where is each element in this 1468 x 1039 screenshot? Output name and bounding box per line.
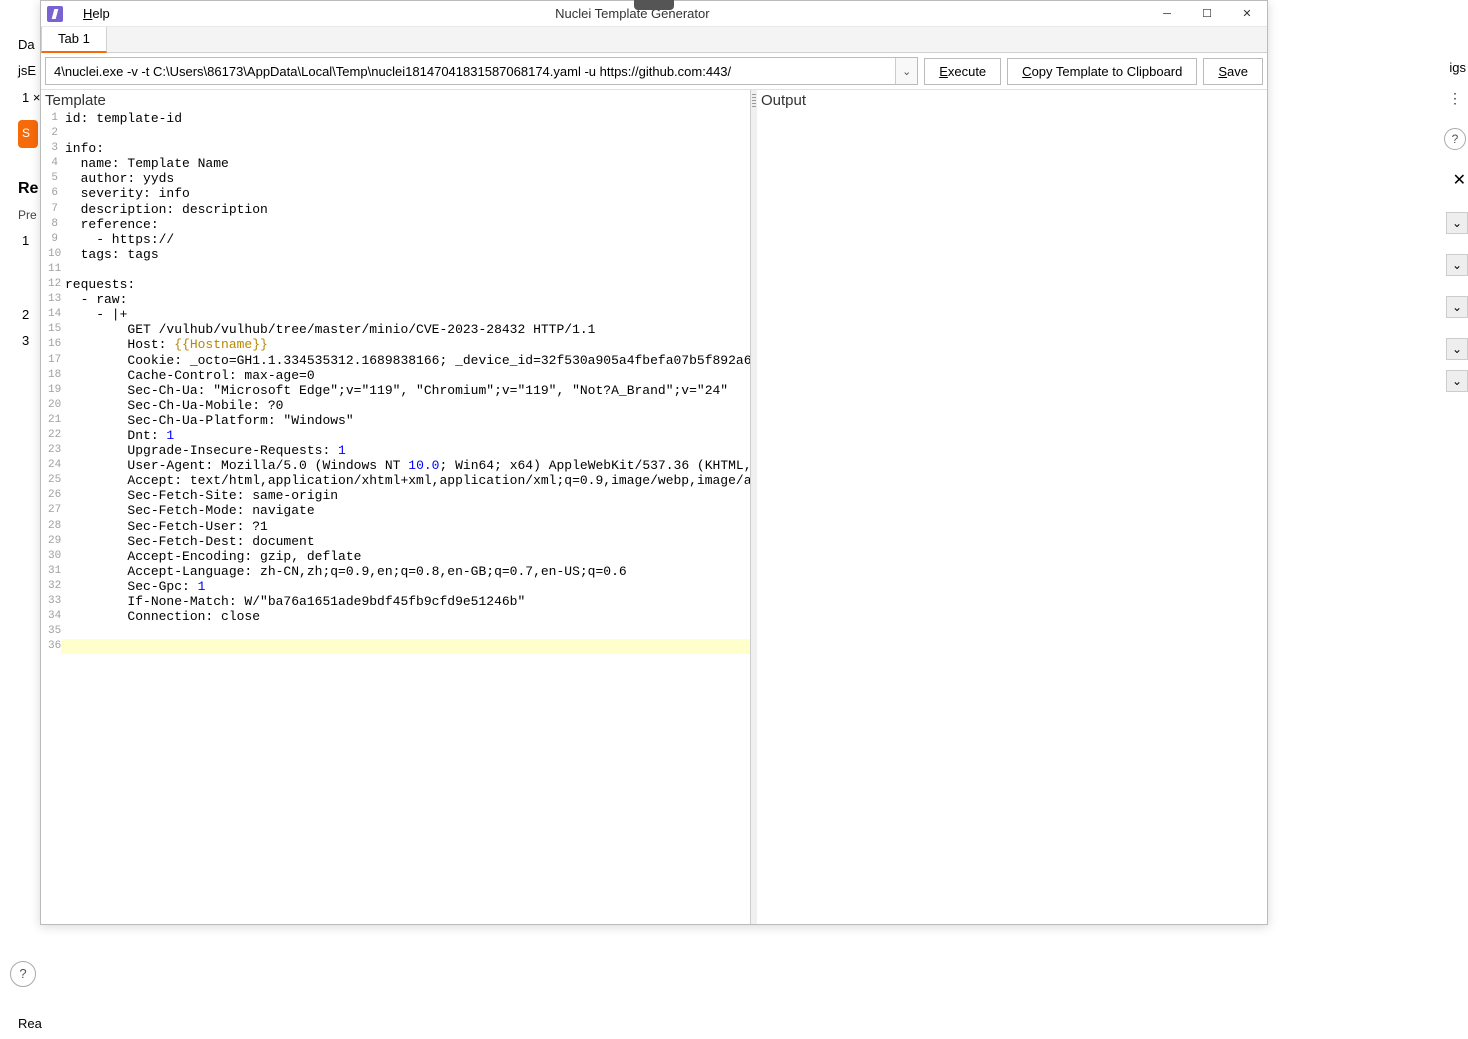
code-line[interactable]: Sec-Ch-Ua-Mobile: ?0 [61,398,750,413]
command-combo [45,57,918,85]
bg-text: igs [1449,60,1466,75]
code-line[interactable]: Accept: text/html,application/xhtml+xml,… [61,473,750,488]
code-line[interactable]: Cookie: _octo=GH1.1.334535312.1689838166… [61,353,750,368]
code-line[interactable]: - https:// [61,232,750,247]
content-area: Template 1234567891011121314151617181920… [41,90,1267,924]
code-area[interactable]: id: template-id info: name: Template Nam… [61,111,750,924]
splitter-handle[interactable] [751,90,757,924]
code-line[interactable]: author: yyds [61,171,750,186]
command-input[interactable] [46,58,895,84]
main-window: Help Nuclei Template Generator ─ ☐ ✕ Tab… [40,0,1268,925]
code-line[interactable]: If-None-Match: W/"ba76a1651ade9bdf45fb9c… [61,594,750,609]
bg-text: Da [18,37,35,52]
code-line[interactable]: Sec-Fetch-Site: same-origin [61,488,750,503]
code-line[interactable] [61,126,750,141]
help-menu[interactable]: Help [75,2,118,25]
code-line[interactable]: Sec-Fetch-Dest: document [61,534,750,549]
bg-dropdown[interactable] [1446,254,1468,276]
bg-text: jsE [18,63,36,78]
code-line[interactable]: Connection: close [61,609,750,624]
code-line[interactable]: info: [61,141,750,156]
code-line[interactable]: reference: [61,217,750,232]
output-area[interactable] [757,111,1267,924]
template-pane: Template 1234567891011121314151617181920… [41,90,751,924]
close-button[interactable]: ✕ [1227,1,1267,27]
code-line[interactable]: Dnt: 1 [61,428,750,443]
bg-text: 1 × [22,90,40,105]
code-line[interactable]: Sec-Fetch-User: ?1 [61,519,750,534]
bg-text: Pre [18,208,37,222]
toolbar: Execute Copy Template to Clipboard Save [41,53,1267,90]
code-line[interactable]: Host: {{Hostname}} [61,337,750,352]
code-line[interactable]: Sec-Ch-Ua: "Microsoft Edge";v="119", "Ch… [61,383,750,398]
output-pane: Output [757,90,1267,924]
bg-heading: Re [18,180,38,198]
window-controls: ─ ☐ ✕ [1147,1,1267,27]
code-line[interactable]: id: template-id [61,111,750,126]
copy-template-button[interactable]: Copy Template to Clipboard [1007,58,1197,85]
code-line[interactable]: severity: info [61,186,750,201]
code-editor[interactable]: 1234567891011121314151617181920212223242… [41,111,750,924]
code-line[interactable]: requests: [61,277,750,292]
template-title: Template [41,90,750,111]
code-line[interactable]: - raw: [61,292,750,307]
code-line[interactable] [61,624,750,639]
titlebar[interactable]: Help Nuclei Template Generator ─ ☐ ✕ [41,1,1267,27]
code-line[interactable]: Accept-Encoding: gzip, deflate [61,549,750,564]
help-icon[interactable]: ? [10,961,36,987]
bg-dropdown[interactable] [1446,212,1468,234]
bg-dropdown[interactable] [1446,370,1468,392]
bg-text: 1 [22,233,29,248]
bg-text: 3 [22,333,29,348]
code-line[interactable]: Accept-Language: zh-CN,zh;q=0.9,en;q=0.8… [61,564,750,579]
code-line[interactable] [61,639,750,654]
code-line[interactable]: Cache-Control: max-age=0 [61,368,750,383]
bg-dropdown[interactable] [1446,296,1468,318]
command-dropdown-icon[interactable] [895,58,917,84]
code-line[interactable]: User-Agent: Mozilla/5.0 (Windows NT 10.0… [61,458,750,473]
code-line[interactable]: Sec-Gpc: 1 [61,579,750,594]
code-line[interactable]: description: description [61,202,750,217]
bg-close-icon[interactable]: ✕ [1453,170,1466,190]
title-notch [634,0,674,10]
execute-button[interactable]: Execute [924,58,1001,85]
code-line[interactable] [61,262,750,277]
tab-bar: Tab 1 [41,27,1267,53]
app-icon [47,6,63,22]
code-line[interactable]: - |+ [61,307,750,322]
save-button[interactable]: Save [1203,58,1263,85]
maximize-button[interactable]: ☐ [1187,1,1227,27]
output-title: Output [757,90,1267,111]
tab-1[interactable]: Tab 1 [41,25,107,53]
code-line[interactable]: name: Template Name [61,156,750,171]
code-line[interactable]: GET /vulhub/vulhub/tree/master/minio/CVE… [61,322,750,337]
code-line[interactable]: Upgrade-Insecure-Requests: 1 [61,443,750,458]
bg-status: Rea [18,1016,42,1031]
bg-dropdown[interactable] [1446,338,1468,360]
bg-orange-button[interactable]: S [18,120,38,148]
bg-text: 2 [22,307,29,322]
help-icon[interactable]: ? [1444,128,1466,150]
window-title: Nuclei Template Generator [118,6,1147,21]
line-gutter: 1234567891011121314151617181920212223242… [41,111,61,924]
minimize-button[interactable]: ─ [1147,1,1187,27]
code-line[interactable]: Sec-Fetch-Mode: navigate [61,503,750,518]
code-line[interactable]: Sec-Ch-Ua-Platform: "Windows" [61,413,750,428]
bg-menu-dots-icon[interactable]: ⋮ [1448,90,1462,107]
code-line[interactable]: tags: tags [61,247,750,262]
